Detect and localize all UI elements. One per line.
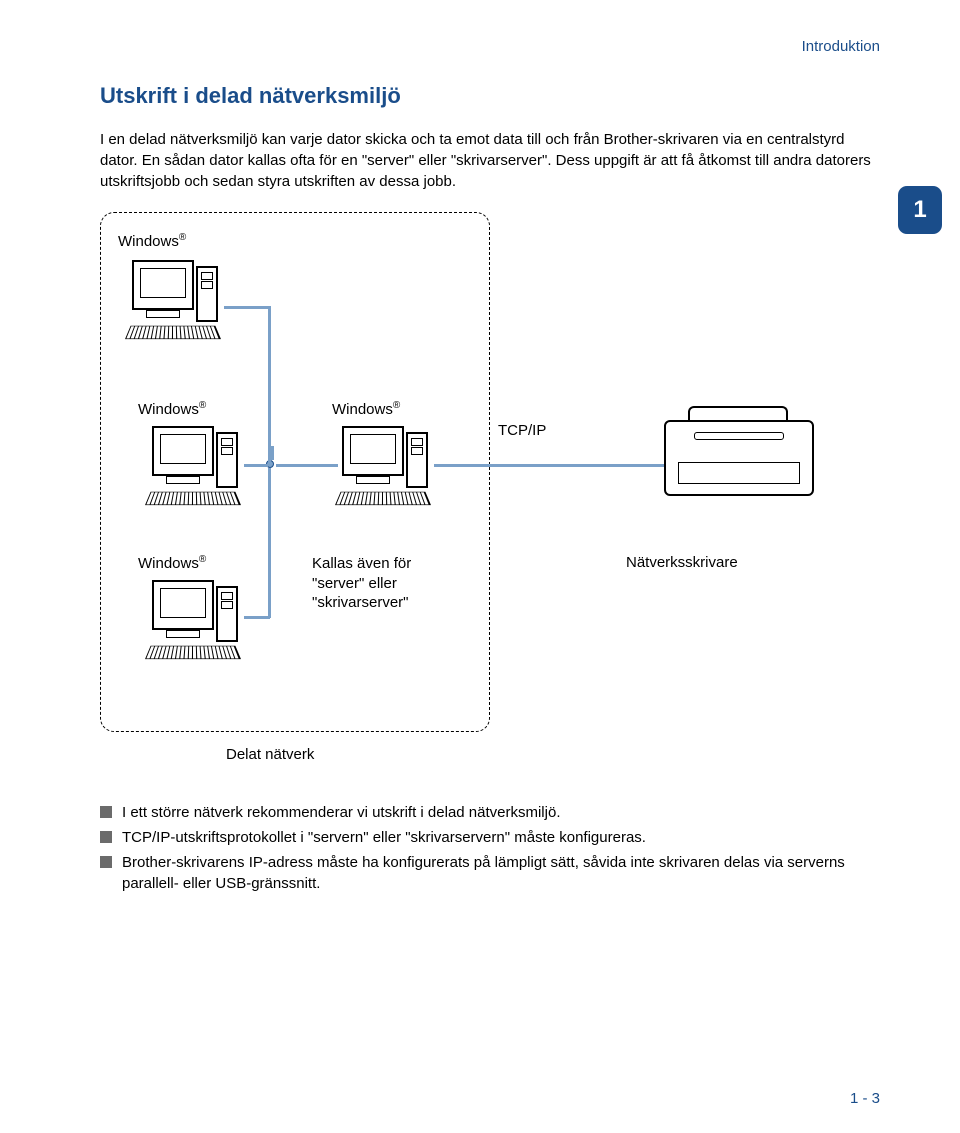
pc-icon — [128, 260, 228, 350]
wire — [268, 468, 271, 618]
shared-network-label: Delat nätverk — [226, 746, 314, 763]
intro-paragraph: I en delad nätverksmiljö kan varje dator… — [100, 129, 880, 192]
tcpip-label: TCP/IP — [498, 422, 546, 439]
wire — [224, 306, 270, 309]
pc-label-top: Windows® — [118, 232, 186, 250]
page-footer: 1 - 3 — [850, 1090, 880, 1107]
pc-label-mid-right: Windows® — [332, 400, 400, 418]
pc-icon — [338, 426, 438, 516]
wire — [276, 464, 338, 467]
square-bullet-icon — [100, 831, 112, 843]
square-bullet-icon — [100, 806, 112, 818]
page-header: Introduktion — [100, 38, 880, 55]
wire — [434, 464, 664, 467]
wire — [244, 616, 270, 619]
list-item: Brother-skrivarens IP-adress måste ha ko… — [100, 852, 880, 894]
list-item: I ett större nätverk rekommenderar vi ut… — [100, 802, 880, 823]
printer-icon — [664, 406, 814, 501]
pc-label-bottom: Windows® — [138, 554, 206, 572]
chapter-tab: 1 — [898, 186, 942, 234]
server-note: Kallas även för "server" eller "skrivars… — [312, 554, 411, 613]
wire — [268, 306, 271, 462]
section-title: Utskrift i delad nätverksmiljö — [100, 83, 880, 109]
pc-label-mid-left: Windows® — [138, 400, 206, 418]
list-item: TCP/IP-utskriftsprotokollet i "servern" … — [100, 827, 880, 848]
network-diagram: Windows® Windows® Windows® Windows® — [100, 212, 880, 772]
printer-label: Nätverksskrivare — [626, 554, 738, 571]
square-bullet-icon — [100, 856, 112, 868]
pc-icon — [148, 426, 248, 516]
wire — [244, 464, 268, 467]
pc-icon — [148, 580, 248, 670]
bullet-list: I ett större nätverk rekommenderar vi ut… — [100, 802, 880, 894]
